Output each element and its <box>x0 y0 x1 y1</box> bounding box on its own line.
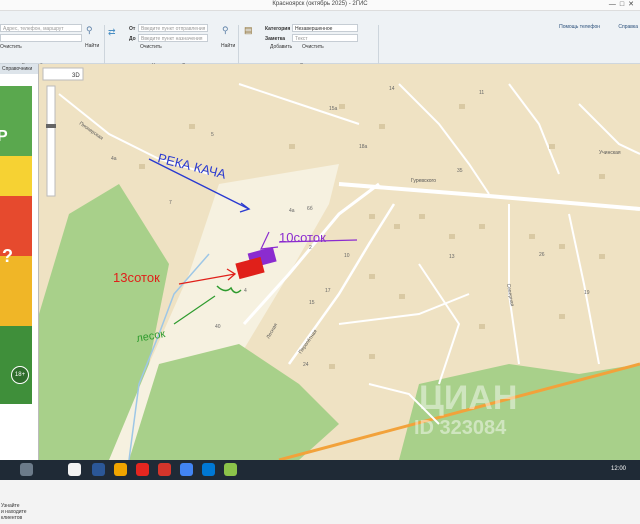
notes-add-button[interactable]: Добавить <box>270 44 292 50</box>
ad-question-icon: ? <box>2 246 13 266</box>
house-number: 7 <box>169 200 172 206</box>
house-number: 5 <box>211 132 214 138</box>
notes-clear-button[interactable]: Очистить <box>302 44 324 50</box>
start-icon[interactable] <box>20 463 33 476</box>
map-svg[interactable]: 3D РЕКА КАЧА 10соток 13соток лесок Гурев… <box>39 64 640 460</box>
help-link[interactable]: Справка <box>618 24 638 30</box>
house-number: 35 <box>457 168 463 174</box>
taskbar: 12:00 <box>0 460 640 480</box>
house-number: 6б <box>307 206 313 212</box>
ad-age-badge: 18+ <box>11 366 29 384</box>
yandex-icon[interactable] <box>136 463 149 476</box>
ad-band <box>0 156 32 196</box>
ribbon: Адрес, телефон, маршрут Очистить ⚲ Найти… <box>0 11 640 71</box>
house-number: 13 <box>449 254 455 260</box>
house-number: 4 <box>244 288 247 294</box>
browser-icon[interactable] <box>180 463 193 476</box>
house-number: 10 <box>344 253 350 259</box>
notes-category-select[interactable]: Незавершенное <box>292 24 358 32</box>
house-number: 15 <box>309 300 315 306</box>
map-3d-button[interactable]: 3D <box>72 73 80 79</box>
folder-icon[interactable] <box>114 463 127 476</box>
title-bar: Красноярск (октябрь 2025) - 2ГИС —□✕ <box>0 0 640 11</box>
house-number: 2 <box>309 245 312 251</box>
explorer-icon[interactable] <box>92 463 105 476</box>
annotation-plot-red: 13соток <box>113 270 160 285</box>
house-number: 18а <box>359 144 368 150</box>
house-number: 26 <box>539 252 545 258</box>
street-label: Гуревского <box>411 178 436 184</box>
notes-note-label: Заметка <box>265 36 286 42</box>
street-label: Учинская <box>599 150 621 156</box>
route-to-label: До <box>129 36 136 42</box>
window-controls[interactable]: —□✕ <box>609 0 638 8</box>
house-number: 24 <box>303 362 309 368</box>
annotation-plot-purple: 10соток <box>279 230 326 245</box>
sidebar-bottom-line: клиентов <box>1 515 23 521</box>
ad-letter: Р <box>0 128 8 145</box>
house-number: 15а <box>329 106 338 112</box>
route-clear-button[interactable]: Очистить <box>140 44 162 50</box>
opera-icon[interactable] <box>158 463 171 476</box>
chrome-icon[interactable] <box>68 463 81 476</box>
watermark-id: ID 323084 <box>414 417 507 439</box>
window-title: Красноярск (октябрь 2025) - 2ГИС <box>272 1 368 7</box>
route-to-input[interactable]: Введите пункт назначения <box>138 34 208 42</box>
house-number: 4а <box>111 156 117 162</box>
house-number: 19 <box>584 290 590 296</box>
house-number: 14 <box>389 86 395 92</box>
search-find-button[interactable]: Найти <box>85 43 99 49</box>
house-number: 4а <box>289 208 295 214</box>
notes-category-label: Категория <box>265 26 291 32</box>
2gis-icon[interactable] <box>224 463 237 476</box>
route-search-icon[interactable]: ⚲ <box>222 25 229 36</box>
route-from-input[interactable]: Введите пункт отправления <box>138 24 208 32</box>
phone-help-link[interactable]: Помощь телефон <box>559 24 600 30</box>
route-find-button[interactable]: Найти <box>221 43 235 49</box>
sidebar-tab-directories[interactable]: Справочники <box>0 64 38 74</box>
house-number: 11 <box>479 90 484 96</box>
sidebar: Справочники Р ? 18+ Узнайте и находите к… <box>0 64 39 521</box>
sidebar-bottom-text: Узнайте и находите клиентов <box>0 502 38 524</box>
outlook-icon[interactable] <box>202 463 215 476</box>
search-input-secondary[interactable] <box>0 34 82 42</box>
sidebar-ad[interactable]: Р ? 18+ <box>0 86 32 404</box>
notes-icon: ▤ <box>244 25 253 35</box>
notes-text-input[interactable]: Текст <box>292 34 358 42</box>
search-clear-button[interactable]: Очистить <box>0 44 22 50</box>
clock[interactable]: 12:00 <box>611 466 626 472</box>
route-icon: ⇄ <box>108 27 116 37</box>
house-number: 17 <box>325 288 331 294</box>
search-icon[interactable]: ⚲ <box>86 25 93 36</box>
map-canvas[interactable]: 3D РЕКА КАЧА 10соток 13соток лесок Гурев… <box>39 64 640 460</box>
search-input[interactable]: Адрес, телефон, маршрут <box>0 24 82 32</box>
house-number: 40 <box>215 324 221 330</box>
watermark: ЦИАН <box>419 379 517 417</box>
route-from-label: От <box>129 26 136 32</box>
ad-band <box>0 326 32 404</box>
